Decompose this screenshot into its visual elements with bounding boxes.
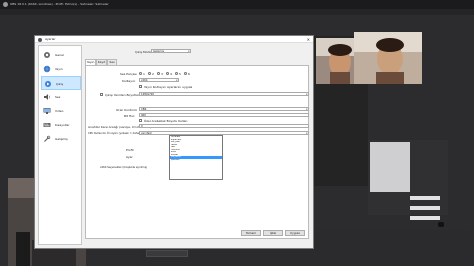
ok-button[interactable]: Tamam bbox=[241, 230, 261, 236]
output-mode-select[interactable]: Gelişmiş ▾ bbox=[151, 49, 191, 53]
mixer-button[interactable] bbox=[438, 222, 444, 227]
output-mode-label: Çıkış Modu bbox=[135, 50, 152, 54]
tune-label: Ayar bbox=[126, 155, 133, 159]
sidebar-item-audio[interactable]: Ses bbox=[41, 90, 81, 104]
sidebar-item-general[interactable]: Genel bbox=[41, 48, 81, 62]
audio-track-radio-4[interactable] bbox=[166, 72, 169, 75]
audio-track-radio-6[interactable] bbox=[184, 72, 187, 75]
gear-icon bbox=[44, 52, 50, 58]
rescale-check-label: Yayın Kodlayıcı Ayarlarını uygula bbox=[144, 85, 193, 89]
obs-window-title: OBS 18.0.1 (64bit, windows) - Profil: Ez… bbox=[10, 2, 109, 6]
sidebar-item-advanced[interactable]: Gelişmiş bbox=[41, 132, 81, 146]
keyframe-input[interactable]: 0 bbox=[139, 124, 309, 128]
profile-label: Profil bbox=[126, 148, 134, 152]
chevron-down-icon: ▾ bbox=[188, 49, 190, 53]
sidebar-item-stream[interactable]: Yayın bbox=[41, 62, 81, 76]
rescale-label: Çıkışı Yeniden Boyutlandır bbox=[105, 93, 144, 97]
encoder-select[interactable]: x264 ▾ bbox=[139, 78, 179, 82]
chevron-down-icon: ▾ bbox=[306, 107, 308, 111]
custom-buffer-checkbox[interactable] bbox=[139, 119, 142, 122]
audio-track-radio-1[interactable] bbox=[139, 72, 142, 75]
volume-meter bbox=[410, 216, 440, 220]
output-icon bbox=[45, 81, 51, 87]
sidebar-item-video[interactable]: Video bbox=[41, 104, 81, 118]
apply-button[interactable]: Uygula bbox=[285, 230, 305, 236]
control-field[interactable] bbox=[146, 250, 188, 257]
audio-track-radio-2[interactable] bbox=[148, 72, 151, 75]
obs-menu-bar[interactable] bbox=[0, 9, 474, 15]
list-item[interactable]: placebo bbox=[170, 159, 222, 162]
audio-track-label: Ses Parçası bbox=[120, 72, 137, 76]
rescale-checkbox[interactable] bbox=[139, 85, 142, 88]
volume-meter bbox=[410, 206, 440, 210]
obs-logo-icon bbox=[3, 2, 8, 7]
cpu-preset-dropdown-list[interactable]: ultrafast superfast veryfast faster fast… bbox=[169, 135, 223, 180]
cancel-button[interactable]: İptal bbox=[263, 230, 283, 236]
volume-meter bbox=[410, 196, 440, 200]
settings-title: Ayarlar bbox=[45, 37, 56, 41]
bitrate-input[interactable]: 900 bbox=[139, 113, 309, 117]
obs-window-titlebar: OBS 18.0.1 (64bit, windows) - Profil: Ez… bbox=[0, 0, 474, 9]
bitrate-label: Bit Hızı bbox=[124, 114, 135, 118]
rescale-select[interactable]: 1280x720 ▾ bbox=[139, 92, 309, 96]
obs-logo-icon bbox=[38, 37, 42, 42]
wrench-icon bbox=[44, 135, 51, 142]
rate-control-label: Oran Kontrolü bbox=[116, 108, 137, 112]
sources-list[interactable] bbox=[370, 142, 410, 192]
settings-titlebar: Ayarlar ✕ bbox=[35, 36, 313, 43]
rescale-output-checkbox[interactable] bbox=[100, 93, 103, 96]
audio-track-radio-3[interactable] bbox=[157, 72, 160, 75]
sidebar-item-output[interactable]: Çıkış bbox=[41, 76, 81, 90]
audio-track-radio-5[interactable] bbox=[175, 72, 178, 75]
close-icon[interactable]: ✕ bbox=[307, 36, 310, 43]
chevron-down-icon: ▾ bbox=[306, 92, 308, 96]
monitor-icon bbox=[43, 108, 51, 114]
settings-sidebar: Genel Yayın Çıkış Ses Video Kısayollar G… bbox=[38, 45, 82, 245]
sidebar-item-hotkeys[interactable]: Kısayollar bbox=[41, 118, 81, 132]
chevron-down-icon: ▾ bbox=[306, 131, 308, 135]
encoder-label: Kodlayıcı bbox=[122, 79, 136, 83]
cpu-preset-select[interactable]: veryfast ▾ bbox=[139, 131, 309, 135]
globe-icon bbox=[43, 65, 51, 73]
x264-options-label: x264 Seçenekleri (boşlukla ayrılmış) bbox=[100, 166, 148, 169]
chevron-down-icon: ▾ bbox=[176, 78, 178, 82]
keyboard-icon bbox=[43, 123, 51, 127]
preview-webcam-image-large bbox=[354, 32, 422, 84]
rate-control-select[interactable]: CBR ▾ bbox=[139, 107, 309, 111]
custom-buffer-label: Özel Arabellek Boyutu Kullan bbox=[144, 119, 188, 123]
speaker-icon bbox=[44, 94, 50, 100]
